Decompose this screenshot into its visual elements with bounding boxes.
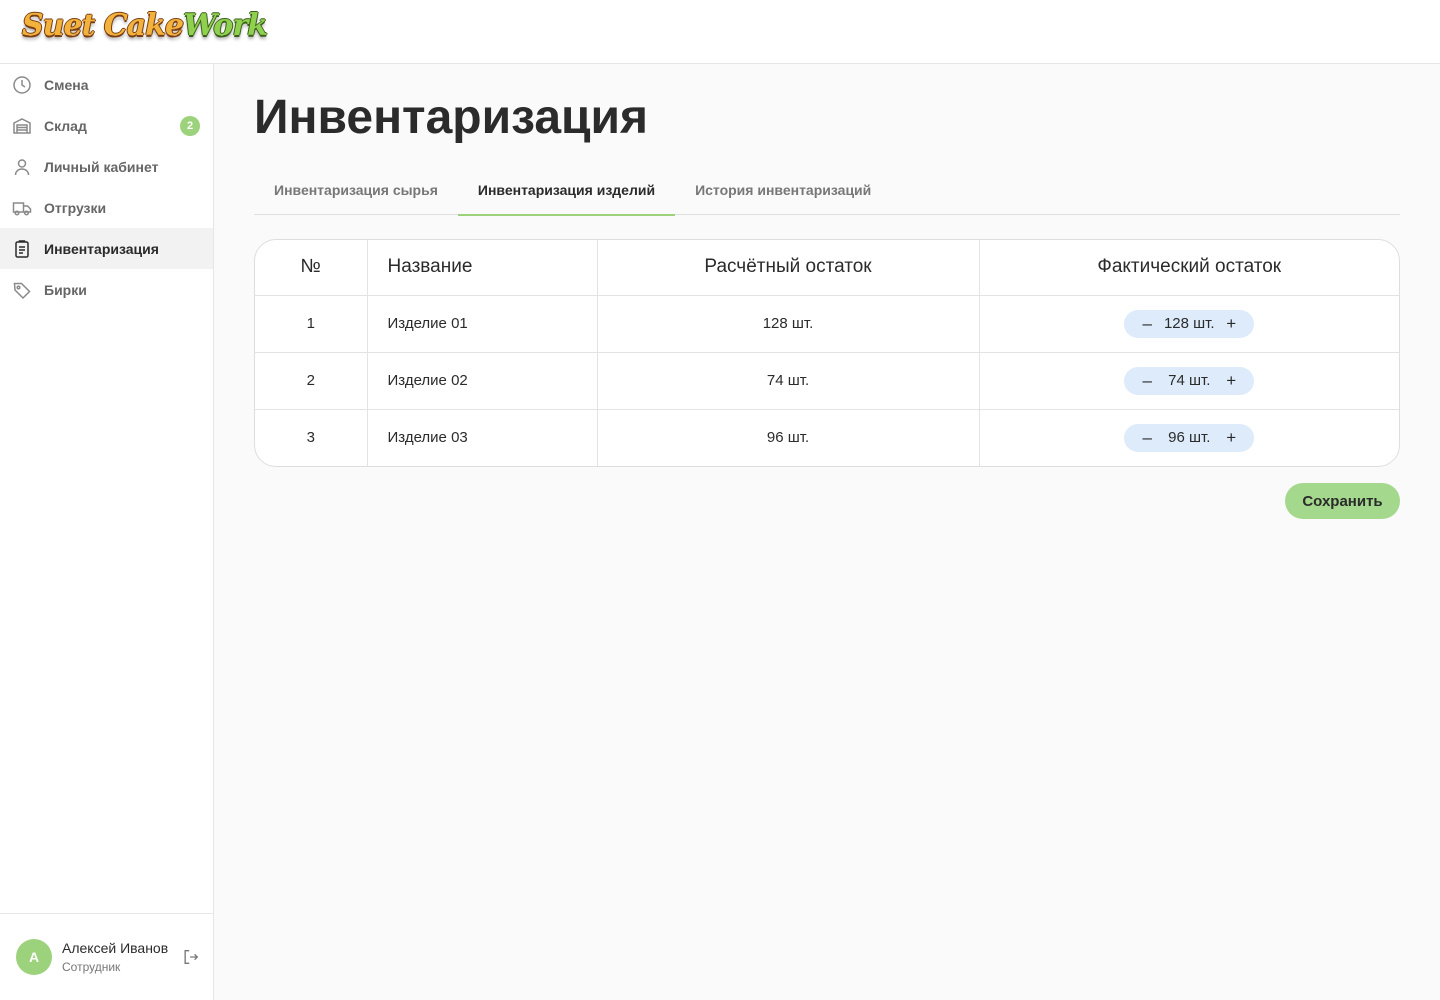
row-calculated: 128 шт.	[597, 295, 980, 353]
sidebar-item-tags[interactable]: Бирки	[0, 269, 213, 310]
user-panel: А Алексей Иванов Сотрудник	[0, 913, 213, 1000]
sidebar-item-label: Склад	[44, 117, 87, 134]
sidebar-item-label: Инвентаризация	[44, 240, 159, 257]
sidebar-item-label: Личный кабинет	[44, 158, 159, 175]
sidebar-item-account[interactable]: Личный кабинет	[0, 146, 213, 187]
row-actual: – 128 шт. +	[979, 295, 1399, 353]
row-name: Изделие 03	[367, 409, 598, 466]
sidebar-item-warehouse[interactable]: Склад 2	[0, 105, 213, 146]
quantity-stepper: – 74 шт. +	[1124, 366, 1255, 395]
table-row: 2 Изделие 02 74 шт. – 74 шт. +	[255, 352, 1399, 410]
main-content: Инвентаризация Инвентаризация сырья Инве…	[214, 64, 1440, 1000]
column-header-actual: Фактический остаток	[979, 240, 1399, 296]
sidebar-item-inventory[interactable]: Инвентаризация	[0, 228, 213, 269]
increment-button[interactable]: +	[1224, 315, 1238, 332]
tab-history[interactable]: История инвентаризаций	[675, 172, 891, 215]
table-row: 1 Изделие 01 128 шт. – 128 шт. +	[255, 295, 1399, 353]
row-number: 3	[255, 409, 368, 466]
tag-icon	[12, 280, 32, 300]
decrement-button[interactable]: –	[1140, 315, 1154, 332]
logout-button[interactable]	[180, 946, 202, 968]
increment-button[interactable]: +	[1224, 429, 1238, 446]
logout-icon	[184, 950, 199, 964]
clock-icon	[12, 75, 32, 95]
user-role: Сотрудник	[62, 960, 121, 974]
row-number: 2	[255, 352, 368, 410]
sidebar-item-label: Бирки	[44, 281, 87, 298]
sidebar-item-shift[interactable]: Смена	[0, 64, 213, 105]
row-name: Изделие 02	[367, 352, 598, 410]
warehouse-badge: 2	[180, 116, 200, 136]
save-button[interactable]: Сохранить	[1285, 483, 1400, 519]
column-header-name: Название	[367, 240, 598, 296]
sidebar-item-label: Смена	[44, 76, 89, 93]
table-row: 3 Изделие 03 96 шт. – 96 шт. +	[255, 409, 1399, 466]
row-calculated: 74 шт.	[597, 352, 980, 410]
logo[interactable]: Suet Cake Work	[22, 2, 268, 48]
app: Suet Cake Work Смена Склад 2 Личный каби…	[0, 0, 1440, 1000]
header: Suet Cake Work	[0, 0, 1440, 64]
column-header-calculated: Расчётный остаток	[597, 240, 980, 296]
logo-word-1: Suet Cake	[22, 7, 184, 43]
row-number: 1	[255, 295, 368, 353]
logo-word-2: Work	[183, 7, 268, 43]
truck-icon	[12, 198, 32, 218]
table-header-row: № Название Расчётный остаток Фактический…	[255, 240, 1399, 296]
row-calculated: 96 шт.	[597, 409, 980, 466]
sidebar-nav: Смена Склад 2 Личный кабинет Отгрузки Ин…	[0, 64, 213, 310]
user-info: Алексей Иванов Сотрудник	[62, 940, 170, 974]
row-name: Изделие 01	[367, 295, 598, 353]
inventory-table: № Название Расчётный остаток Фактический…	[254, 239, 1400, 467]
avatar[interactable]: А	[16, 939, 52, 975]
tab-products[interactable]: Инвентаризация изделий	[457, 172, 676, 216]
decrement-button[interactable]: –	[1140, 372, 1154, 389]
decrement-button[interactable]: –	[1140, 429, 1154, 446]
tabs: Инвентаризация сырья Инвентаризация изде…	[254, 172, 1400, 216]
quantity-stepper: – 128 шт. +	[1124, 309, 1255, 338]
sidebar-item-label: Отгрузки	[44, 199, 107, 216]
tab-raw-materials[interactable]: Инвентаризация сырья	[254, 172, 458, 215]
sidebar: Смена Склад 2 Личный кабинет Отгрузки Ин…	[0, 64, 214, 1000]
page-title: Инвентаризация	[254, 91, 649, 144]
user-name: Алексей Иванов	[62, 940, 169, 956]
increment-button[interactable]: +	[1224, 372, 1238, 389]
stepper-value: 128 шт.	[1163, 315, 1215, 332]
user-icon	[12, 157, 32, 177]
column-header-number: №	[255, 240, 368, 296]
stepper-value: 96 шт.	[1168, 429, 1211, 447]
stepper-value: 74 шт.	[1168, 372, 1211, 389]
quantity-stepper: – 96 шт. +	[1124, 423, 1255, 452]
row-actual: – 74 шт. +	[979, 352, 1399, 410]
clipboard-icon	[12, 239, 32, 259]
sidebar-item-shipments[interactable]: Отгрузки	[0, 187, 213, 228]
row-actual: – 96 шт. +	[979, 409, 1399, 466]
warehouse-icon	[12, 116, 32, 136]
